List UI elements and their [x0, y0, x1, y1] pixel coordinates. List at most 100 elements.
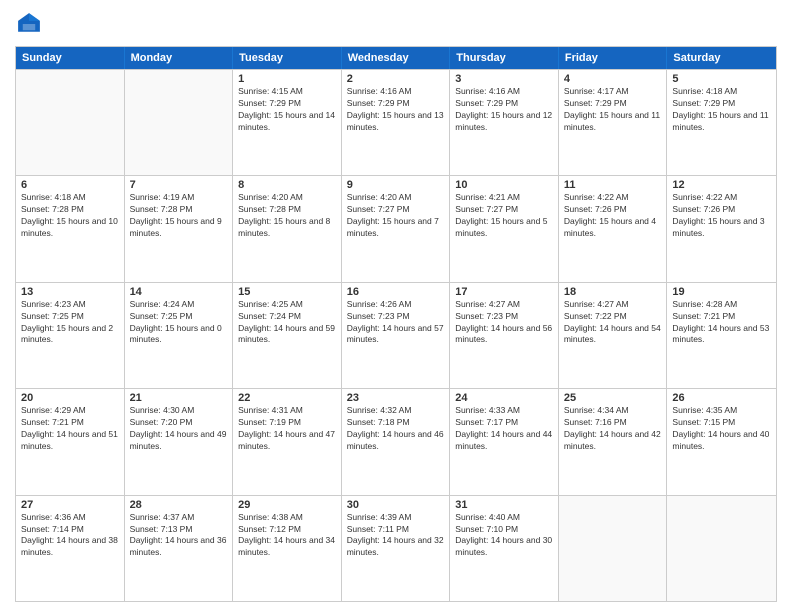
day-number: 22 — [238, 392, 336, 404]
calendar-cell: 7Sunrise: 4:19 AM Sunset: 7:28 PM Daylig… — [125, 176, 234, 281]
day-number: 11 — [564, 179, 662, 191]
day-number: 12 — [672, 179, 771, 191]
cell-info: Sunrise: 4:26 AM Sunset: 7:23 PM Dayligh… — [347, 299, 445, 347]
cell-info: Sunrise: 4:27 AM Sunset: 7:22 PM Dayligh… — [564, 299, 662, 347]
calendar-cell: 11Sunrise: 4:22 AM Sunset: 7:26 PM Dayli… — [559, 176, 668, 281]
cell-info: Sunrise: 4:25 AM Sunset: 7:24 PM Dayligh… — [238, 299, 336, 347]
calendar-cell: 28Sunrise: 4:37 AM Sunset: 7:13 PM Dayli… — [125, 496, 234, 601]
calendar-cell: 1Sunrise: 4:15 AM Sunset: 7:29 PM Daylig… — [233, 70, 342, 175]
day-number: 15 — [238, 286, 336, 298]
calendar-cell: 6Sunrise: 4:18 AM Sunset: 7:28 PM Daylig… — [16, 176, 125, 281]
cell-info: Sunrise: 4:19 AM Sunset: 7:28 PM Dayligh… — [130, 192, 228, 240]
day-number: 13 — [21, 286, 119, 298]
calendar-cell: 22Sunrise: 4:31 AM Sunset: 7:19 PM Dayli… — [233, 389, 342, 494]
day-number: 24 — [455, 392, 553, 404]
day-number: 21 — [130, 392, 228, 404]
calendar-header-thursday: Thursday — [450, 47, 559, 69]
calendar-cell: 23Sunrise: 4:32 AM Sunset: 7:18 PM Dayli… — [342, 389, 451, 494]
calendar-cell: 18Sunrise: 4:27 AM Sunset: 7:22 PM Dayli… — [559, 283, 668, 388]
cell-info: Sunrise: 4:15 AM Sunset: 7:29 PM Dayligh… — [238, 86, 336, 134]
day-number: 29 — [238, 499, 336, 511]
calendar-cell: 30Sunrise: 4:39 AM Sunset: 7:11 PM Dayli… — [342, 496, 451, 601]
calendar-cell: 5Sunrise: 4:18 AM Sunset: 7:29 PM Daylig… — [667, 70, 776, 175]
cell-info: Sunrise: 4:33 AM Sunset: 7:17 PM Dayligh… — [455, 405, 553, 453]
day-number: 10 — [455, 179, 553, 191]
calendar-cell: 25Sunrise: 4:34 AM Sunset: 7:16 PM Dayli… — [559, 389, 668, 494]
calendar-cell: 8Sunrise: 4:20 AM Sunset: 7:28 PM Daylig… — [233, 176, 342, 281]
calendar-cell — [667, 496, 776, 601]
day-number: 23 — [347, 392, 445, 404]
calendar-cell: 9Sunrise: 4:20 AM Sunset: 7:27 PM Daylig… — [342, 176, 451, 281]
cell-info: Sunrise: 4:31 AM Sunset: 7:19 PM Dayligh… — [238, 405, 336, 453]
calendar-cell: 3Sunrise: 4:16 AM Sunset: 7:29 PM Daylig… — [450, 70, 559, 175]
day-number: 9 — [347, 179, 445, 191]
day-number: 1 — [238, 73, 336, 85]
day-number: 16 — [347, 286, 445, 298]
calendar-header-saturday: Saturday — [667, 47, 776, 69]
calendar-cell: 12Sunrise: 4:22 AM Sunset: 7:26 PM Dayli… — [667, 176, 776, 281]
day-number: 4 — [564, 73, 662, 85]
calendar-cell: 2Sunrise: 4:16 AM Sunset: 7:29 PM Daylig… — [342, 70, 451, 175]
day-number: 26 — [672, 392, 771, 404]
cell-info: Sunrise: 4:24 AM Sunset: 7:25 PM Dayligh… — [130, 299, 228, 347]
calendar-cell: 31Sunrise: 4:40 AM Sunset: 7:10 PM Dayli… — [450, 496, 559, 601]
day-number: 30 — [347, 499, 445, 511]
calendar-header-tuesday: Tuesday — [233, 47, 342, 69]
calendar-week-1: 1Sunrise: 4:15 AM Sunset: 7:29 PM Daylig… — [16, 69, 776, 175]
day-number: 14 — [130, 286, 228, 298]
day-number: 31 — [455, 499, 553, 511]
cell-info: Sunrise: 4:22 AM Sunset: 7:26 PM Dayligh… — [564, 192, 662, 240]
cell-info: Sunrise: 4:38 AM Sunset: 7:12 PM Dayligh… — [238, 512, 336, 560]
calendar-body: 1Sunrise: 4:15 AM Sunset: 7:29 PM Daylig… — [16, 69, 776, 601]
cell-info: Sunrise: 4:20 AM Sunset: 7:27 PM Dayligh… — [347, 192, 445, 240]
calendar-cell: 10Sunrise: 4:21 AM Sunset: 7:27 PM Dayli… — [450, 176, 559, 281]
cell-info: Sunrise: 4:16 AM Sunset: 7:29 PM Dayligh… — [455, 86, 553, 134]
cell-info: Sunrise: 4:20 AM Sunset: 7:28 PM Dayligh… — [238, 192, 336, 240]
day-number: 3 — [455, 73, 553, 85]
calendar-cell: 4Sunrise: 4:17 AM Sunset: 7:29 PM Daylig… — [559, 70, 668, 175]
calendar-cell: 24Sunrise: 4:33 AM Sunset: 7:17 PM Dayli… — [450, 389, 559, 494]
cell-info: Sunrise: 4:39 AM Sunset: 7:11 PM Dayligh… — [347, 512, 445, 560]
cell-info: Sunrise: 4:27 AM Sunset: 7:23 PM Dayligh… — [455, 299, 553, 347]
calendar-cell: 27Sunrise: 4:36 AM Sunset: 7:14 PM Dayli… — [16, 496, 125, 601]
calendar-cell: 17Sunrise: 4:27 AM Sunset: 7:23 PM Dayli… — [450, 283, 559, 388]
header — [15, 10, 777, 38]
cell-info: Sunrise: 4:22 AM Sunset: 7:26 PM Dayligh… — [672, 192, 771, 240]
calendar-cell — [16, 70, 125, 175]
cell-info: Sunrise: 4:17 AM Sunset: 7:29 PM Dayligh… — [564, 86, 662, 134]
cell-info: Sunrise: 4:16 AM Sunset: 7:29 PM Dayligh… — [347, 86, 445, 134]
calendar-cell: 13Sunrise: 4:23 AM Sunset: 7:25 PM Dayli… — [16, 283, 125, 388]
day-number: 5 — [672, 73, 771, 85]
calendar-cell: 14Sunrise: 4:24 AM Sunset: 7:25 PM Dayli… — [125, 283, 234, 388]
cell-info: Sunrise: 4:29 AM Sunset: 7:21 PM Dayligh… — [21, 405, 119, 453]
calendar-cell: 29Sunrise: 4:38 AM Sunset: 7:12 PM Dayli… — [233, 496, 342, 601]
day-number: 27 — [21, 499, 119, 511]
calendar-cell — [125, 70, 234, 175]
calendar-week-3: 13Sunrise: 4:23 AM Sunset: 7:25 PM Dayli… — [16, 282, 776, 388]
cell-info: Sunrise: 4:28 AM Sunset: 7:21 PM Dayligh… — [672, 299, 771, 347]
calendar-cell: 26Sunrise: 4:35 AM Sunset: 7:15 PM Dayli… — [667, 389, 776, 494]
calendar-header: SundayMondayTuesdayWednesdayThursdayFrid… — [16, 47, 776, 69]
page: SundayMondayTuesdayWednesdayThursdayFrid… — [0, 0, 792, 612]
calendar-cell: 20Sunrise: 4:29 AM Sunset: 7:21 PM Dayli… — [16, 389, 125, 494]
cell-info: Sunrise: 4:23 AM Sunset: 7:25 PM Dayligh… — [21, 299, 119, 347]
cell-info: Sunrise: 4:36 AM Sunset: 7:14 PM Dayligh… — [21, 512, 119, 560]
cell-info: Sunrise: 4:32 AM Sunset: 7:18 PM Dayligh… — [347, 405, 445, 453]
day-number: 17 — [455, 286, 553, 298]
calendar: SundayMondayTuesdayWednesdayThursdayFrid… — [15, 46, 777, 602]
calendar-header-monday: Monday — [125, 47, 234, 69]
logo-icon — [15, 10, 43, 38]
cell-info: Sunrise: 4:35 AM Sunset: 7:15 PM Dayligh… — [672, 405, 771, 453]
day-number: 20 — [21, 392, 119, 404]
cell-info: Sunrise: 4:18 AM Sunset: 7:29 PM Dayligh… — [672, 86, 771, 134]
calendar-week-5: 27Sunrise: 4:36 AM Sunset: 7:14 PM Dayli… — [16, 495, 776, 601]
cell-info: Sunrise: 4:34 AM Sunset: 7:16 PM Dayligh… — [564, 405, 662, 453]
day-number: 18 — [564, 286, 662, 298]
calendar-header-friday: Friday — [559, 47, 668, 69]
calendar-cell: 15Sunrise: 4:25 AM Sunset: 7:24 PM Dayli… — [233, 283, 342, 388]
day-number: 6 — [21, 179, 119, 191]
calendar-cell — [559, 496, 668, 601]
day-number: 8 — [238, 179, 336, 191]
calendar-cell: 21Sunrise: 4:30 AM Sunset: 7:20 PM Dayli… — [125, 389, 234, 494]
logo — [15, 10, 47, 38]
